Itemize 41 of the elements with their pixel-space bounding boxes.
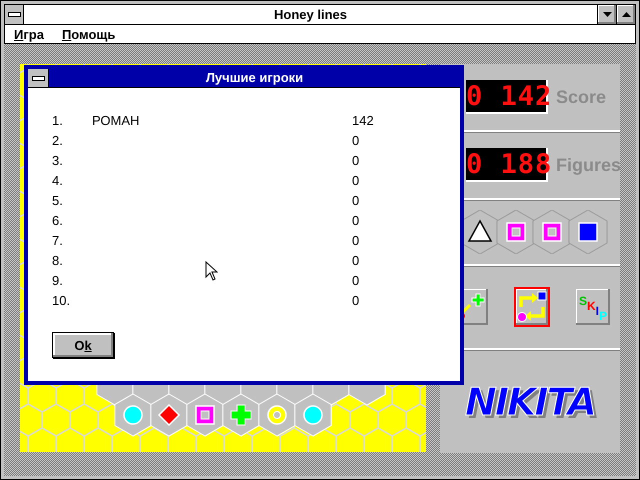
skip-letter: P (599, 310, 608, 322)
menu-item[interactable]: Игра (14, 26, 44, 42)
rank-number: 1. (52, 112, 64, 128)
rank-number: 8. (52, 252, 64, 268)
player-score: 142 (352, 112, 374, 128)
player-score: 0 (352, 172, 360, 188)
system-menu-button[interactable] (5, 5, 24, 24)
ok-button[interactable]: Ok (52, 332, 114, 358)
window-title: Honey lines (273, 6, 348, 24)
dialog-title: Лучшие игроки (204, 69, 304, 87)
rank-number: 10. (52, 292, 72, 308)
player-score: 0 (352, 212, 360, 228)
rank-number: 3. (52, 152, 64, 168)
rank-number: 4. (52, 172, 64, 188)
player-score: 0 (352, 192, 360, 208)
maximize-button[interactable] (616, 5, 635, 24)
player-score: 0 (352, 292, 360, 308)
skip-letter: S (578, 295, 587, 307)
system-menu-button[interactable] (28, 69, 49, 87)
rank-number: 2. (52, 132, 64, 148)
rank-number: 6. (52, 212, 64, 228)
skip-letter: I (596, 305, 599, 317)
player-score: 0 (352, 272, 360, 288)
up-arrow-icon (622, 12, 630, 17)
player-score: 0 (352, 232, 360, 248)
rank-number: 9. (52, 272, 64, 288)
skip-tool-button[interactable]: SKIP (574, 287, 612, 327)
down-arrow-icon (602, 12, 612, 17)
swap-icon (516, 291, 548, 323)
logo-text: NIKITA (465, 380, 595, 424)
minimize-button[interactable] (597, 5, 616, 24)
player-score: 0 (352, 132, 360, 148)
rank-number: 7. (52, 232, 64, 248)
player-score: 0 (352, 152, 360, 168)
player-name: РОМАН (92, 112, 140, 128)
menu-item[interactable]: Помощь (62, 26, 116, 42)
skip-letter: K (586, 300, 596, 312)
rank-number: 5. (52, 192, 64, 208)
mouse-cursor-icon (205, 261, 218, 281)
player-score: 0 (352, 252, 360, 268)
swap-tool-button[interactable] (514, 287, 550, 327)
